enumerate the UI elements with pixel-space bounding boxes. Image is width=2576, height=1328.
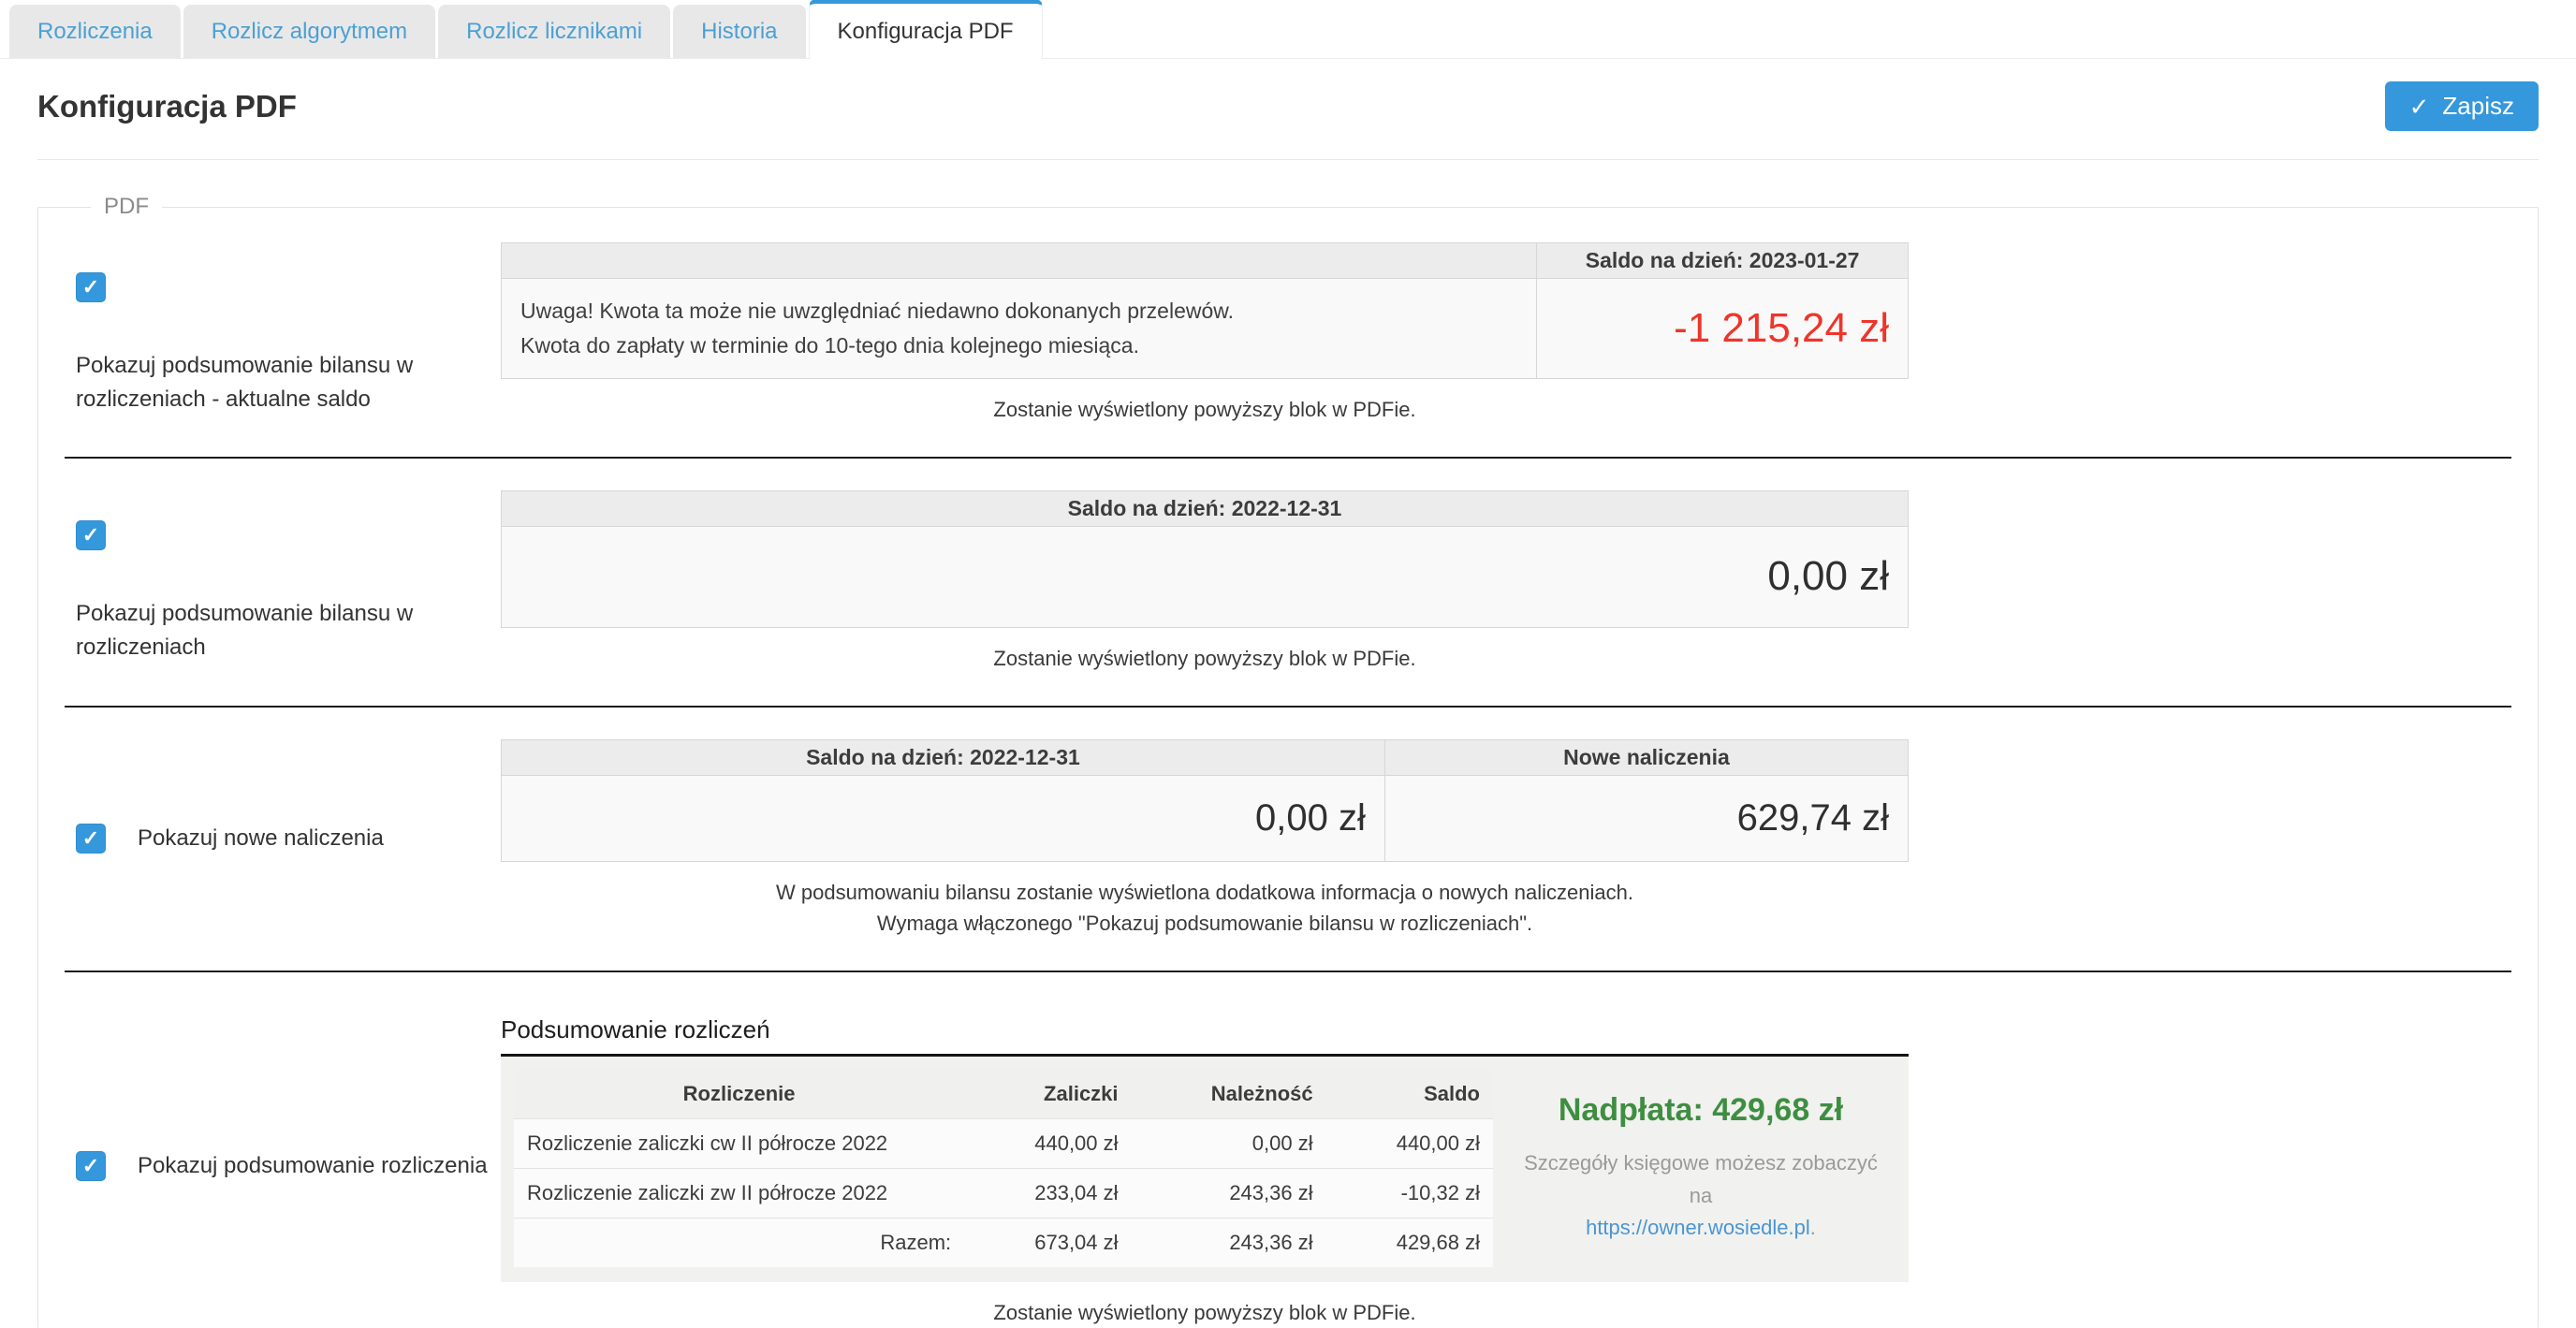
saldo-header: Saldo na dzień: 2022-12-31 <box>502 490 1909 526</box>
section-new-charges: ✓ Pokazuj nowe naliczenia Saldo na dzień… <box>65 739 2511 939</box>
total-label: Razem: <box>514 1218 964 1267</box>
section-current-balance: ✓ Pokazuj podsumowanie bilansu w rozlicz… <box>65 242 2511 425</box>
row-naleznosc: 243,36 zł <box>1132 1168 1326 1218</box>
tab-rozliczenia[interactable]: Rozliczenia <box>9 5 181 58</box>
caption-line1: W podsumowaniu bilansu zostanie wyświetl… <box>501 877 1909 908</box>
checkbox-new-charges[interactable]: ✓ <box>76 824 106 854</box>
current-balance-preview-table: Saldo na dzień: 2023-01-27 Uwaga! Kwota … <box>501 242 1909 379</box>
settlement-table: Rozliczenie Zaliczki Należność Saldo Roz… <box>514 1070 1493 1267</box>
table-row: Rozliczenie zaliczki zw II półrocze 2022… <box>514 1168 1493 1218</box>
header-divider <box>37 159 2539 160</box>
new-charges-preview-table: Saldo na dzień: 2022-12-31 Nowe naliczen… <box>501 739 1909 862</box>
checkbox-balance[interactable]: ✓ <box>76 520 106 550</box>
overpayment-amount: Nadpłata: 429,68 zł <box>1559 1092 1843 1129</box>
tab-bar: Rozliczenia Rozlicz algorytmem Rozlicz l… <box>0 0 2576 59</box>
pdf-fieldset: PDF ✓ Pokazuj podsumowanie bilansu w roz… <box>37 194 2539 1328</box>
balance-note-line2: Kwota do zapłaty w terminie do 10-tego d… <box>520 328 1517 363</box>
balance-preview-table: Saldo na dzień: 2022-12-31 0,00 zł <box>501 490 1909 628</box>
new-charges-header: Nowe naliczenia <box>1384 739 1908 775</box>
details-suffix: . <box>1810 1216 1816 1239</box>
checkmark-icon: ✓ <box>82 523 99 547</box>
row-zaliczki: 440,00 zł <box>964 1118 1131 1168</box>
row-name: Rozliczenie zaliczki cw II półrocze 2022 <box>514 1118 964 1168</box>
page-header: Konfiguracja PDF ✓ Zapisz <box>37 81 2539 131</box>
details-note: Szczegóły księgowe możesz zobaczyć na ht… <box>1512 1147 1890 1243</box>
checkbox-current-balance-label: Pokazuj podsumowanie bilansu w rozliczen… <box>76 349 450 416</box>
col-naleznosc: Należność <box>1132 1070 1326 1119</box>
caption-line2: Wymaga włączonego "Pokazuj podsumowanie … <box>501 908 1909 939</box>
total-saldo: 429,68 zł <box>1326 1218 1493 1267</box>
current-balance-amount: -1 215,24 zł <box>1537 279 1909 379</box>
details-note-text: Szczegóły księgowe możesz zobaczyć na <box>1524 1151 1878 1206</box>
row-zaliczki: 233,04 zł <box>964 1168 1131 1218</box>
section-divider <box>65 457 2511 459</box>
total-zaliczki: 673,04 zł <box>964 1218 1131 1267</box>
save-button[interactable]: ✓ Zapisz <box>2385 81 2539 131</box>
page-content: Konfiguracja PDF ✓ Zapisz PDF ✓ Pokazuj … <box>0 81 2576 1328</box>
new-charges-amount: 629,74 zł <box>1384 775 1908 861</box>
checkmark-icon: ✓ <box>82 275 99 299</box>
col-saldo: Saldo <box>1326 1070 1493 1119</box>
save-button-label: Zapisz <box>2442 92 2514 121</box>
section-settlement-summary: ✓ Pokazuj podsumowanie rozliczenia Podsu… <box>65 1004 2511 1328</box>
saldo-header: Saldo na dzień: 2022-12-31 <box>502 739 1385 775</box>
checkbox-settlement-summary-label: Pokazuj podsumowanie rozliczenia <box>138 1149 488 1183</box>
col-rozliczenie: Rozliczenie <box>514 1070 964 1119</box>
preview-caption: W podsumowaniu bilansu zostanie wyświetl… <box>501 877 1909 939</box>
tab-rozlicz-algorytmem[interactable]: Rozlicz algorytmem <box>183 5 435 58</box>
tab-rozlicz-licznikami[interactable]: Rozlicz licznikami <box>438 5 670 58</box>
row-naleznosc: 0,00 zł <box>1132 1118 1326 1168</box>
pdf-fieldset-legend: PDF <box>91 194 162 220</box>
saldo-amount: 0,00 zł <box>502 775 1385 861</box>
settlement-summary-preview: Rozliczenie Zaliczki Należność Saldo Roz… <box>501 1057 1909 1282</box>
tab-konfiguracja-pdf[interactable]: Konfiguracja PDF <box>809 0 1043 59</box>
checkbox-new-charges-label: Pokazuj nowe naliczenia <box>138 822 384 855</box>
tab-historia[interactable]: Historia <box>673 5 805 58</box>
overpayment-summary: Nadpłata: 429,68 zł Szczegóły księgowe m… <box>1493 1070 1909 1267</box>
preview-caption: Zostanie wyświetlony powyższy blok w PDF… <box>501 643 1909 674</box>
table-row: Rozliczenie zaliczki cw II półrocze 2022… <box>514 1118 1493 1168</box>
check-icon: ✓ <box>2409 95 2430 119</box>
page-title: Konfiguracja PDF <box>37 89 297 124</box>
preview-caption: Zostanie wyświetlony powyższy blok w PDF… <box>501 394 1909 425</box>
checkbox-balance-label: Pokazuj podsumowanie bilansu w rozliczen… <box>76 597 450 664</box>
owner-link[interactable]: https://owner.wosiedle.pl <box>1586 1216 1810 1239</box>
balance-note-line1: Uwaga! Kwota ta może nie uwzględniać nie… <box>520 294 1517 328</box>
preview-caption: Zostanie wyświetlony powyższy blok w PDF… <box>501 1297 1909 1328</box>
total-naleznosc: 243,36 zł <box>1132 1218 1326 1267</box>
checkmark-icon: ✓ <box>82 1154 99 1178</box>
row-saldo: -10,32 zł <box>1326 1168 1493 1218</box>
col-zaliczki: Zaliczki <box>964 1070 1131 1119</box>
section-divider <box>65 706 2511 708</box>
row-name: Rozliczenie zaliczki zw II półrocze 2022 <box>514 1168 964 1218</box>
section-divider <box>65 970 2511 972</box>
checkbox-current-balance[interactable]: ✓ <box>76 272 106 302</box>
saldo-header: Saldo na dzień: 2023-01-27 <box>1537 243 1909 279</box>
empty-header-cell <box>502 243 1537 279</box>
checkbox-settlement-summary[interactable]: ✓ <box>76 1151 106 1181</box>
balance-amount: 0,00 zł <box>502 526 1909 627</box>
row-saldo: 440,00 zł <box>1326 1118 1493 1168</box>
balance-note: Uwaga! Kwota ta może nie uwzględniać nie… <box>502 279 1537 379</box>
settlement-summary-title: Podsumowanie rozliczeń <box>501 1015 1909 1057</box>
table-total-row: Razem: 673,04 zł 243,36 zł 429,68 zł <box>514 1218 1493 1267</box>
section-balance: ✓ Pokazuj podsumowanie bilansu w rozlicz… <box>65 490 2511 674</box>
checkmark-icon: ✓ <box>82 826 99 851</box>
